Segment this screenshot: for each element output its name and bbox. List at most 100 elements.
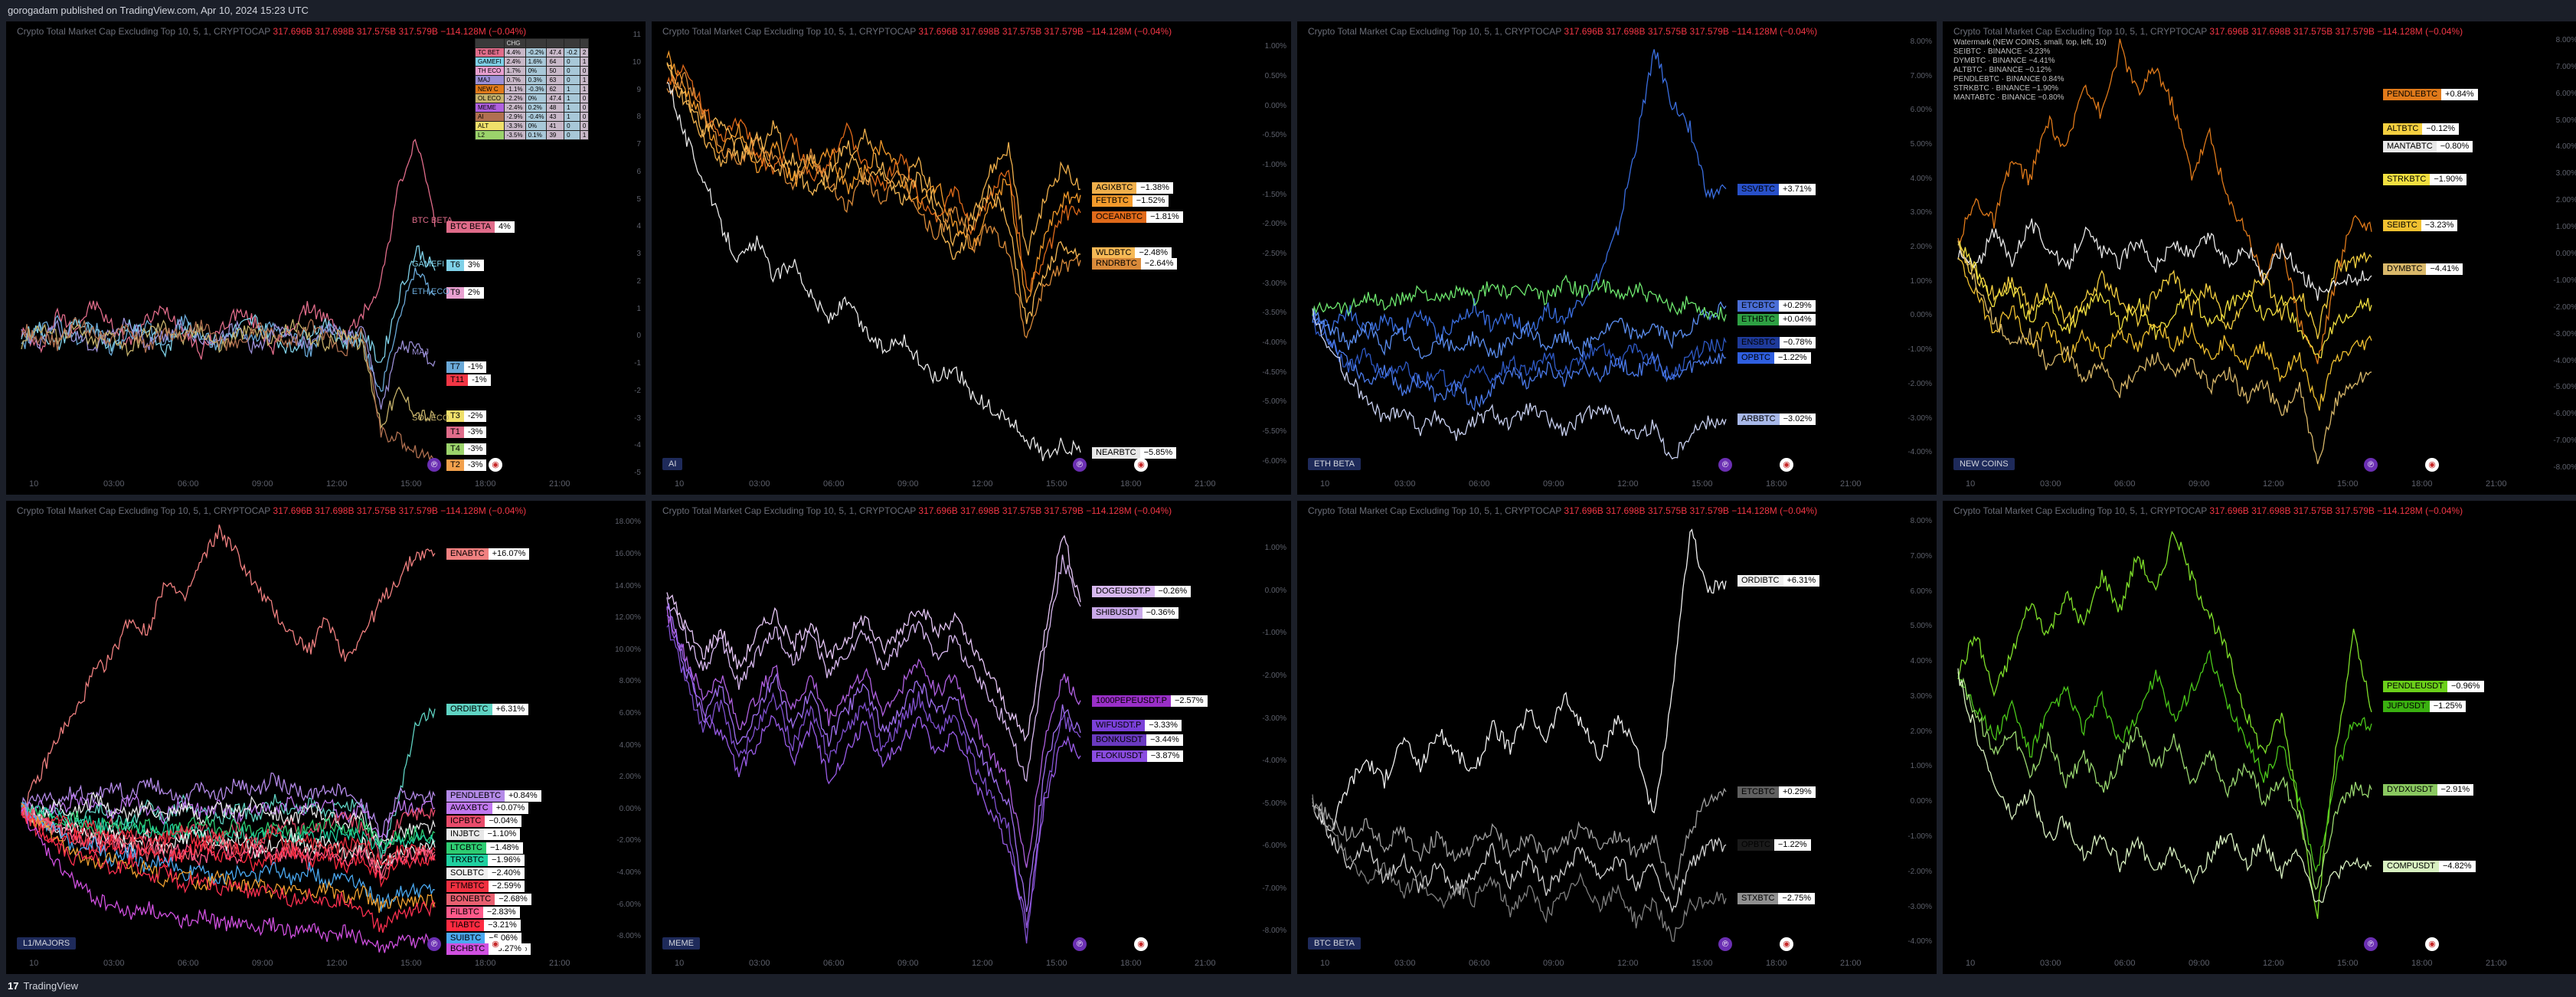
series-label[interactable]: WLDBTC −2.48% bbox=[1092, 247, 1172, 260]
series-label[interactable]: FILBTC −2.83% bbox=[446, 907, 520, 919]
series-label[interactable]: T7 -1% bbox=[446, 361, 487, 373]
flag-icon[interactable]: ◉ bbox=[2425, 937, 2439, 951]
series-label[interactable]: RNDRBTC −2.64% bbox=[1092, 258, 1178, 270]
series-label[interactable]: OCEANBTC −1.81% bbox=[1092, 211, 1183, 223]
series-label[interactable]: AVAXBTC +0.07% bbox=[446, 803, 529, 815]
series-label[interactable]: ICPBTC −0.04% bbox=[446, 816, 521, 828]
series-label[interactable]: ENSBTC −0.78% bbox=[1737, 337, 1816, 349]
series-line-ai[interactable] bbox=[21, 316, 436, 461]
series-label[interactable]: FTMBTC −2.59% bbox=[446, 881, 525, 893]
series-label[interactable]: T9 2% bbox=[446, 287, 484, 299]
series-label[interactable]: STRKBTC −1.90% bbox=[2383, 174, 2466, 186]
series-label[interactable]: T4 -3% bbox=[446, 443, 487, 455]
series-label[interactable]: PENDLEBTC +0.84% bbox=[446, 790, 541, 803]
flag-icon[interactable]: ◉ bbox=[2425, 458, 2439, 472]
series-line-wldbtc[interactable] bbox=[666, 62, 1081, 325]
chart-panel-8[interactable]: Crypto Total Market Cap Excluding Top 10… bbox=[1943, 501, 2576, 974]
series-line-opbtc[interactable] bbox=[1312, 315, 1727, 412]
series-label[interactable]: ETHBTC +0.04% bbox=[1737, 313, 1816, 325]
series-label[interactable]: 1000PEPEUSDT.P −2.57% bbox=[1092, 695, 1208, 707]
series-label[interactable]: SEIBTC −3.23% bbox=[2383, 219, 2458, 231]
series-label[interactable]: MANTABTC −0.80% bbox=[2383, 140, 2473, 152]
series-label[interactable]: TIABTC −3.21% bbox=[446, 920, 521, 932]
series-line-opbtc[interactable] bbox=[1312, 798, 1727, 914]
indicator-p-icon[interactable]: ℗ bbox=[2364, 937, 2378, 951]
series-label[interactable]: BONEBTC −2.68% bbox=[446, 894, 531, 906]
series-line-enabtc[interactable] bbox=[21, 525, 436, 813]
series-line-ordibtc[interactable] bbox=[1312, 528, 1727, 832]
series-label[interactable]: T2 -3% bbox=[446, 459, 487, 472]
series-line-oceanbtc[interactable] bbox=[666, 64, 1081, 293]
series-label[interactable]: T11 -1% bbox=[446, 374, 491, 387]
series-label[interactable]: ETCBTC +0.29% bbox=[1737, 786, 1816, 798]
series-label[interactable]: INJBTC −1.10% bbox=[446, 829, 521, 841]
series-label[interactable]: ARBBTC −3.02% bbox=[1737, 414, 1816, 426]
indicator-p-icon[interactable]: ℗ bbox=[427, 937, 441, 951]
flag-icon[interactable]: ◉ bbox=[1780, 937, 1793, 951]
series-label[interactable]: DYDXUSDT −2.91% bbox=[2383, 784, 2474, 796]
series-line-fetbtc[interactable] bbox=[666, 50, 1081, 303]
series-label[interactable]: FLOKIUSDT −3.87% bbox=[1092, 750, 1184, 762]
flag-icon[interactable]: ◉ bbox=[1780, 458, 1793, 472]
series-label[interactable]: ALTBTC −0.12% bbox=[2383, 123, 2459, 136]
series-label[interactable]: SHIBUSDT −0.36% bbox=[1092, 606, 1179, 619]
series-label[interactable]: ORDIBTC +6.31% bbox=[446, 703, 529, 715]
indicator-p-icon[interactable]: ℗ bbox=[1718, 458, 1732, 472]
tradingview-logo-icon[interactable]: 17 bbox=[8, 976, 18, 997]
series-line-gamefi[interactable] bbox=[21, 245, 436, 363]
flag-icon[interactable]: ◉ bbox=[1134, 937, 1148, 951]
chart-panel-3[interactable]: Crypto Total Market Cap Excluding Top 10… bbox=[1297, 21, 1937, 495]
series-label[interactable]: OPBTC −1.22% bbox=[1737, 351, 1811, 364]
chart-panel-6[interactable]: Crypto Total Market Cap Excluding Top 10… bbox=[652, 501, 1291, 974]
series-label[interactable]: COMPUSDT −4.82% bbox=[2383, 860, 2476, 872]
series-label[interactable]: WIFUSDT.P −3.33% bbox=[1092, 719, 1182, 731]
chart-panel-4[interactable]: Crypto Total Market Cap Excluding Top 10… bbox=[1943, 21, 2576, 495]
series-label[interactable]: NEARBTC−5.85% bbox=[1092, 446, 1177, 459]
series-label[interactable]: T1 -3% bbox=[446, 427, 487, 439]
chart-panel-1[interactable]: Crypto Total Market Cap Excluding Top 10… bbox=[6, 21, 646, 495]
series-label[interactable]: TRXBTC −1.96% bbox=[446, 855, 525, 867]
series-label[interactable]: BONKUSDT −3.44% bbox=[1092, 734, 1183, 747]
series-line-agixbtc[interactable] bbox=[666, 64, 1081, 256]
series-label[interactable]: PENDLEBTC +0.84% bbox=[2383, 88, 2478, 100]
series-line-dymbtc[interactable] bbox=[1957, 240, 2372, 465]
series-line-eth-eco[interactable] bbox=[21, 267, 436, 392]
flag-icon[interactable]: ◉ bbox=[1134, 458, 1148, 472]
series-line-etcbtc[interactable] bbox=[1312, 301, 1727, 360]
series-label[interactable]: ETCBTC +0.29% bbox=[1737, 300, 1816, 312]
series-label[interactable]: STXBTC −2.75% bbox=[1737, 893, 1816, 905]
series-label[interactable]: SSVBTC +3.71% bbox=[1737, 183, 1816, 195]
series-label[interactable]: ENABTC +16.07% bbox=[446, 548, 530, 560]
series-label[interactable]: T6 3% bbox=[446, 260, 484, 272]
series-line-compusdt[interactable] bbox=[1957, 668, 2372, 903]
series-label[interactable]: SUIBTC −5.06% bbox=[446, 933, 521, 945]
brand-name[interactable]: TradingView bbox=[23, 980, 78, 992]
indicator-p-icon[interactable]: ℗ bbox=[1718, 937, 1732, 951]
indicator-p-icon[interactable]: ℗ bbox=[2364, 458, 2378, 472]
chart-panel-5[interactable]: Crypto Total Market Cap Excluding Top 10… bbox=[6, 501, 646, 974]
series-label[interactable]: T3 -2% bbox=[446, 410, 487, 422]
series-label[interactable]: PENDLEUSDT −0.96% bbox=[2383, 680, 2484, 692]
series-label[interactable]: FETBTC −1.52% bbox=[1092, 195, 1169, 208]
series-line-jupusdt[interactable] bbox=[1957, 649, 2372, 873]
series-label[interactable]: DYMBTC −4.41% bbox=[2383, 263, 2463, 276]
series-label[interactable]: AGIXBTC −1.38% bbox=[1092, 182, 1173, 194]
series-label[interactable]: LTCBTC −1.48% bbox=[446, 842, 523, 854]
series-label[interactable]: DOGEUSDT.P −0.26% bbox=[1092, 585, 1192, 597]
chart-panel-2[interactable]: Crypto Total Market Cap Excluding Top 10… bbox=[652, 21, 1291, 495]
flag-icon[interactable]: ◉ bbox=[489, 937, 502, 951]
series-label[interactable]: BTC BETA 4% bbox=[446, 221, 515, 234]
indicator-p-icon[interactable]: ℗ bbox=[1073, 458, 1087, 472]
indicator-p-icon[interactable]: ℗ bbox=[427, 458, 441, 472]
series-label[interactable]: OPBTC −1.22% bbox=[1737, 839, 1811, 852]
series-label[interactable]: JUPUSDT −1.25% bbox=[2383, 700, 2466, 712]
indicator-p-icon[interactable]: ℗ bbox=[1073, 937, 1087, 951]
series-label[interactable]: BCHBTC −8.27% bbox=[446, 943, 525, 955]
series-line-mantabtc[interactable] bbox=[1957, 218, 2372, 301]
flag-icon[interactable]: ◉ bbox=[489, 458, 502, 472]
chart-panel-7[interactable]: Crypto Total Market Cap Excluding Top 10… bbox=[1297, 501, 1937, 974]
series-line-dydxusdt[interactable] bbox=[1957, 672, 2372, 891]
series-label[interactable]: ORDIBTC +6.31% bbox=[1737, 575, 1820, 587]
series-line-ethbtc[interactable] bbox=[1312, 274, 1727, 322]
series-label[interactable]: SOLBTC −2.40% bbox=[446, 868, 525, 880]
